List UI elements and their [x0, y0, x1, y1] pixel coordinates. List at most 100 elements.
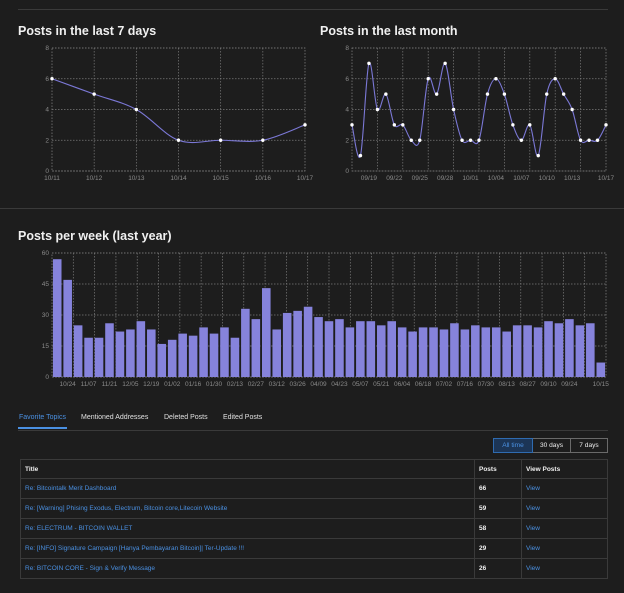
x-tick-label: 01/02: [164, 381, 181, 388]
topic-link[interactable]: Re: Bitcointalk Merit Dashboard: [25, 485, 116, 492]
tab-mentioned-addresses[interactable]: Mentioned Addresses: [81, 414, 148, 421]
range-7-days-button[interactable]: 7 days: [571, 438, 608, 453]
x-tick-label: 03/26: [290, 381, 307, 388]
table-row: Re: Bitcointalk Merit Dashboard 66 View: [20, 478, 608, 499]
bar: [356, 321, 365, 377]
bar: [418, 327, 428, 377]
table-row: Re: BITCOIN CORE - Sign & Verify Message…: [20, 558, 608, 579]
view-posts-link[interactable]: View: [526, 565, 540, 572]
view-posts-link[interactable]: View: [526, 505, 540, 512]
bar: [282, 312, 292, 377]
bar: [565, 319, 574, 377]
x-tick-label: 07/30: [478, 381, 495, 388]
favorite-topics-table: Title Posts View Posts Re: Bitcointalk M…: [20, 459, 608, 579]
bar: [523, 325, 532, 377]
view-posts-link[interactable]: View: [526, 525, 540, 532]
x-tick-label: 02/13: [227, 381, 244, 388]
view-posts-link[interactable]: View: [526, 485, 540, 492]
x-tick-label: 10/15: [593, 381, 610, 388]
x-tick-label: 06/04: [394, 381, 411, 388]
x-tick-label: 06/18: [415, 381, 432, 388]
x-tick-label: 08/27: [519, 381, 536, 388]
x-tick-label: 09/24: [561, 381, 578, 388]
x-tick-label: 02/27: [248, 381, 265, 388]
bar: [157, 343, 167, 377]
x-tick-label: 10/24: [60, 381, 77, 388]
bar: [429, 327, 438, 377]
topic-link[interactable]: Re: BITCOIN CORE - Sign & Verify Message: [25, 565, 155, 572]
x-tick-label: 11/07: [81, 381, 97, 388]
bar: [314, 317, 323, 377]
bar: [147, 329, 156, 377]
bar: [502, 331, 511, 377]
bar: [63, 279, 72, 377]
bar: [261, 288, 271, 377]
time-range-selector: All time 30 days 7 days: [493, 438, 608, 453]
bar: [491, 327, 501, 377]
bar: [251, 319, 261, 377]
y-tick-label: 60: [42, 250, 50, 257]
y-tick-label: 15: [42, 343, 50, 350]
tab-deleted-posts[interactable]: Deleted Posts: [164, 414, 208, 421]
bar: [105, 323, 114, 377]
bar: [94, 337, 104, 377]
topic-link[interactable]: Re: [Warning] Phising Exodus, Electrum, …: [25, 505, 227, 512]
bar: [554, 323, 564, 377]
header-posts: Posts: [474, 459, 522, 479]
bar: [303, 306, 313, 377]
range-all-time-button[interactable]: All time: [493, 438, 533, 453]
view-posts-link[interactable]: View: [526, 545, 540, 552]
bar: [230, 337, 240, 377]
topic-post-count: 66: [474, 478, 522, 499]
topic-post-count: 59: [474, 498, 522, 519]
bar: [586, 323, 595, 377]
bar: [52, 259, 62, 377]
topic-link[interactable]: Re: [INFO] Signature Campaign [Hanya Pem…: [25, 545, 244, 552]
bar: [450, 323, 459, 377]
bar: [439, 329, 449, 377]
bar: [544, 321, 553, 377]
bar: [533, 327, 543, 377]
x-tick-label: 08/13: [499, 381, 516, 388]
bar: [481, 327, 491, 377]
bar: [199, 327, 208, 377]
x-tick-label: 12/19: [143, 381, 160, 388]
tab-favorite-topics[interactable]: Favorite Topics: [18, 414, 67, 429]
x-tick-label: 05/21: [373, 381, 390, 388]
y-tick-label: 30: [42, 312, 50, 319]
header-view-posts: View Posts: [521, 459, 608, 479]
topics-tabs: Favorite Topics Mentioned Addresses Dele…: [18, 410, 608, 431]
header-title: Title: [20, 459, 475, 479]
bar: [397, 327, 407, 377]
x-tick-label: 11/21: [102, 381, 118, 388]
bar: [387, 321, 397, 377]
bar: [209, 333, 219, 377]
table-row: Re: ELECTRUM - BITCOIN WALLET 58 View: [20, 518, 608, 539]
table-row: Re: [Warning] Phising Exodus, Electrum, …: [20, 498, 608, 519]
bar: [126, 329, 135, 377]
x-tick-label: 07/02: [436, 381, 453, 388]
bar: [241, 308, 250, 377]
topic-link[interactable]: Re: ELECTRUM - BITCOIN WALLET: [25, 525, 132, 532]
x-tick-label: 03/12: [269, 381, 286, 388]
y-tick-label: 0: [45, 374, 49, 381]
bar: [272, 329, 282, 377]
bar: [324, 321, 334, 377]
bar: [471, 325, 480, 377]
x-tick-label: 05/07: [352, 381, 369, 388]
topic-post-count: 29: [474, 538, 522, 559]
x-tick-label: 01/16: [185, 381, 202, 388]
y-tick-label: 45: [42, 281, 50, 288]
x-tick-label: 04/09: [310, 381, 327, 388]
table-row: Re: [INFO] Signature Campaign [Hanya Pem…: [20, 538, 608, 559]
bar: [345, 327, 355, 377]
topic-post-count: 58: [474, 518, 522, 539]
tab-edited-posts[interactable]: Edited Posts: [223, 414, 262, 421]
bar: [115, 331, 125, 377]
x-tick-label: 09/10: [540, 381, 557, 388]
chart-posts-per-week: 0 15 30 45 60 10/24 11/07 11/21 12/05 12/19 01/02 0…: [42, 250, 610, 388]
range-30-days-button[interactable]: 30 days: [533, 438, 571, 453]
bar: [596, 362, 606, 377]
bar: [84, 337, 93, 377]
x-tick-label: 04/23: [331, 381, 348, 388]
